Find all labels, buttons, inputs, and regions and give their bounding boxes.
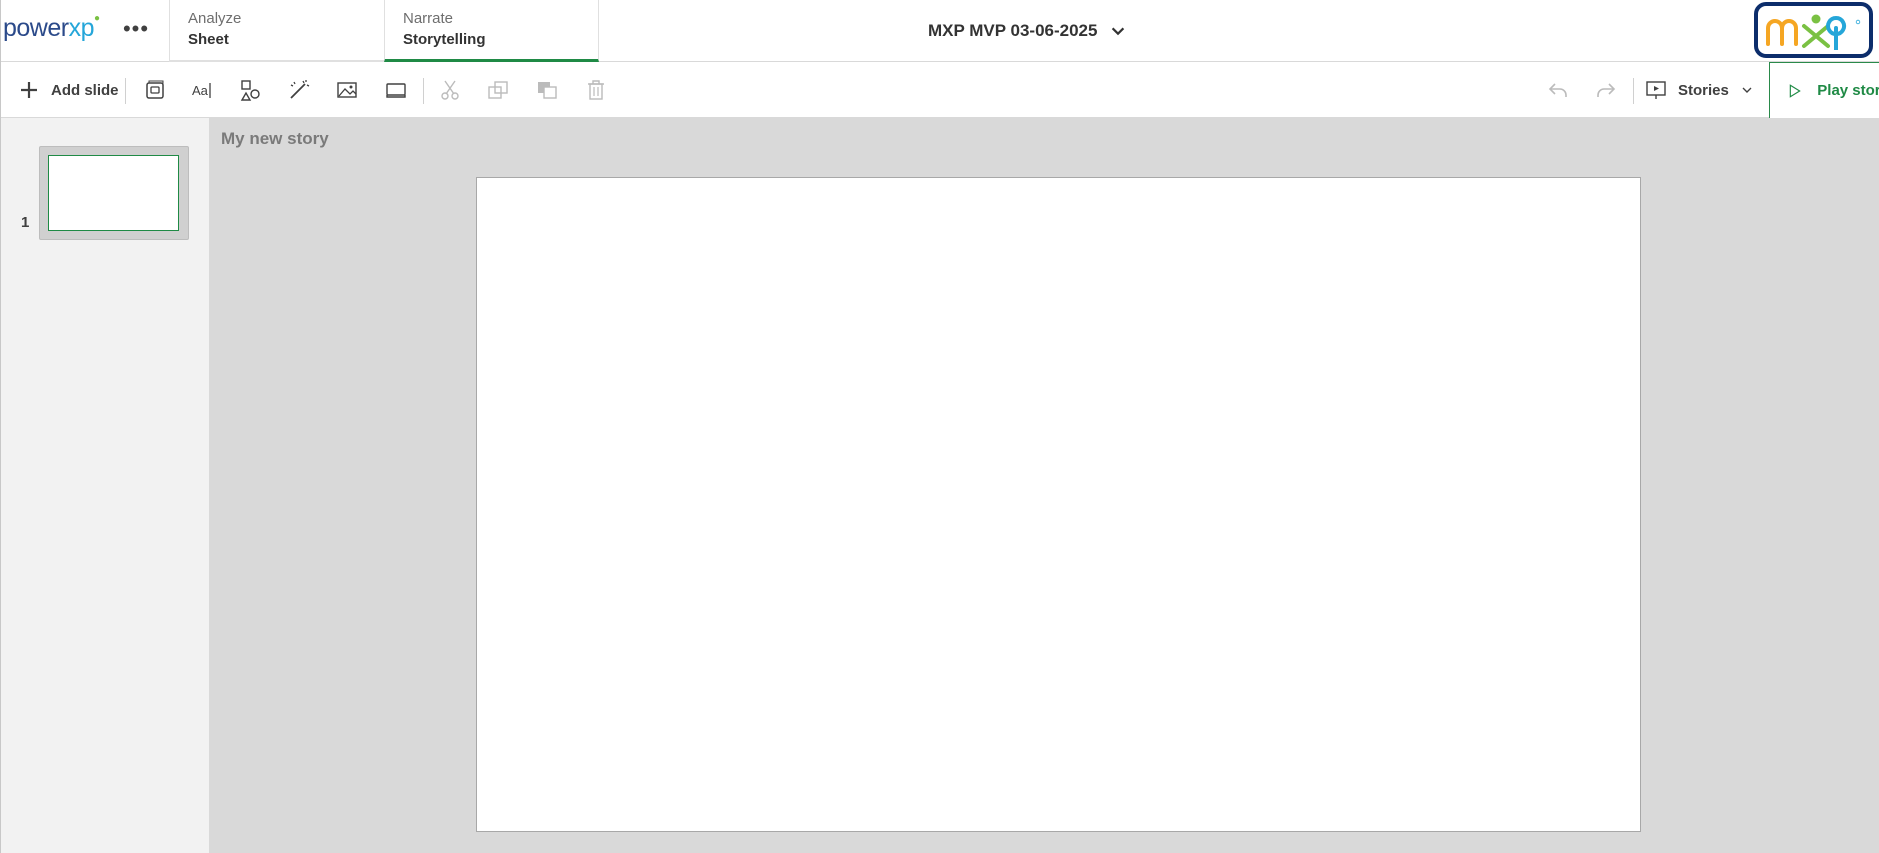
redo-button[interactable] [1591,75,1621,105]
slide-number: 1 [21,214,30,231]
paste-button[interactable] [532,75,562,105]
toolbar-divider [423,78,424,104]
tab-narrate-label: Narrate [403,10,454,27]
presentation-icon [1646,81,1666,99]
chevron-down-icon [1112,27,1125,36]
play-story-button[interactable]: Play story [1769,62,1879,118]
logo-dot-icon: ● [94,12,101,24]
chevron-down-icon [1742,87,1752,93]
copy-icon [488,81,508,99]
mxp-logo[interactable] [1754,2,1873,58]
mxp-logo-icon [1765,14,1860,50]
add-slide-button[interactable]: Add slide [13,75,123,105]
text-button[interactable]: Aa [187,75,217,105]
story-title[interactable]: My new story [221,129,329,149]
tab-narrate-storytelling[interactable]: Narrate Storytelling [384,0,599,62]
shapes-button[interactable] [235,75,265,105]
redo-icon [1597,83,1616,97]
stories-label: Stories [1678,81,1729,99]
tab-analyze-label: Analyze [188,10,242,27]
image-icon [337,82,357,98]
snapshot-icon [146,80,164,99]
toolbar-divider [1633,78,1634,104]
play-story-label: Play story [1817,82,1879,99]
story-canvas-area: My new story [210,118,1879,853]
undo-icon [1548,83,1567,97]
effects-button[interactable] [284,75,314,105]
svg-text:Aa: Aa [192,83,209,98]
tab-storytelling-label: Storytelling [403,31,486,48]
add-slide-label: Add slide [51,81,119,99]
magic-wand-icon [290,80,310,99]
powerxp-logo[interactable]: powerxp ● [3,10,100,46]
image-button[interactable] [332,75,362,105]
scissors-icon [441,80,459,100]
stories-dropdown[interactable]: Stories [1644,75,1755,105]
plus-icon [21,82,37,98]
snapshot-button[interactable] [140,75,170,105]
slides-panel: 1 [1,118,210,853]
delete-button[interactable] [581,75,611,105]
slide-thumbnail-preview [48,155,179,231]
paste-icon [538,82,557,99]
media-button[interactable] [381,75,411,105]
text-icon: Aa [192,83,211,98]
app-window: powerxp ● ••• Analyze Sheet Narrate Story… [0,0,1879,853]
copy-button[interactable] [483,75,513,105]
toolbar-divider [125,78,126,104]
slide-canvas[interactable] [476,177,1641,832]
app-title-dropdown[interactable]: MXP MVP 03-06-2025 [928,19,1127,43]
tab-analyze-sheet[interactable]: Analyze Sheet [169,0,384,62]
tab-sheet-label: Sheet [188,31,229,48]
top-navigation-bar: powerxp ● ••• Analyze Sheet Narrate Story… [1,0,1879,62]
undo-button[interactable] [1543,75,1573,105]
cut-button[interactable] [435,75,465,105]
trash-icon [588,80,604,100]
logo-text: powerxp [3,13,95,42]
slide-thumbnail[interactable] [39,146,189,240]
media-object-icon [386,83,406,98]
more-menu-icon[interactable]: ••• [123,16,149,42]
story-toolbar: Add slide Aa Stories Play sto [1,62,1879,118]
play-icon [1789,83,1801,98]
shapes-icon [240,80,260,101]
app-title: MXP MVP 03-06-2025 [928,21,1098,40]
